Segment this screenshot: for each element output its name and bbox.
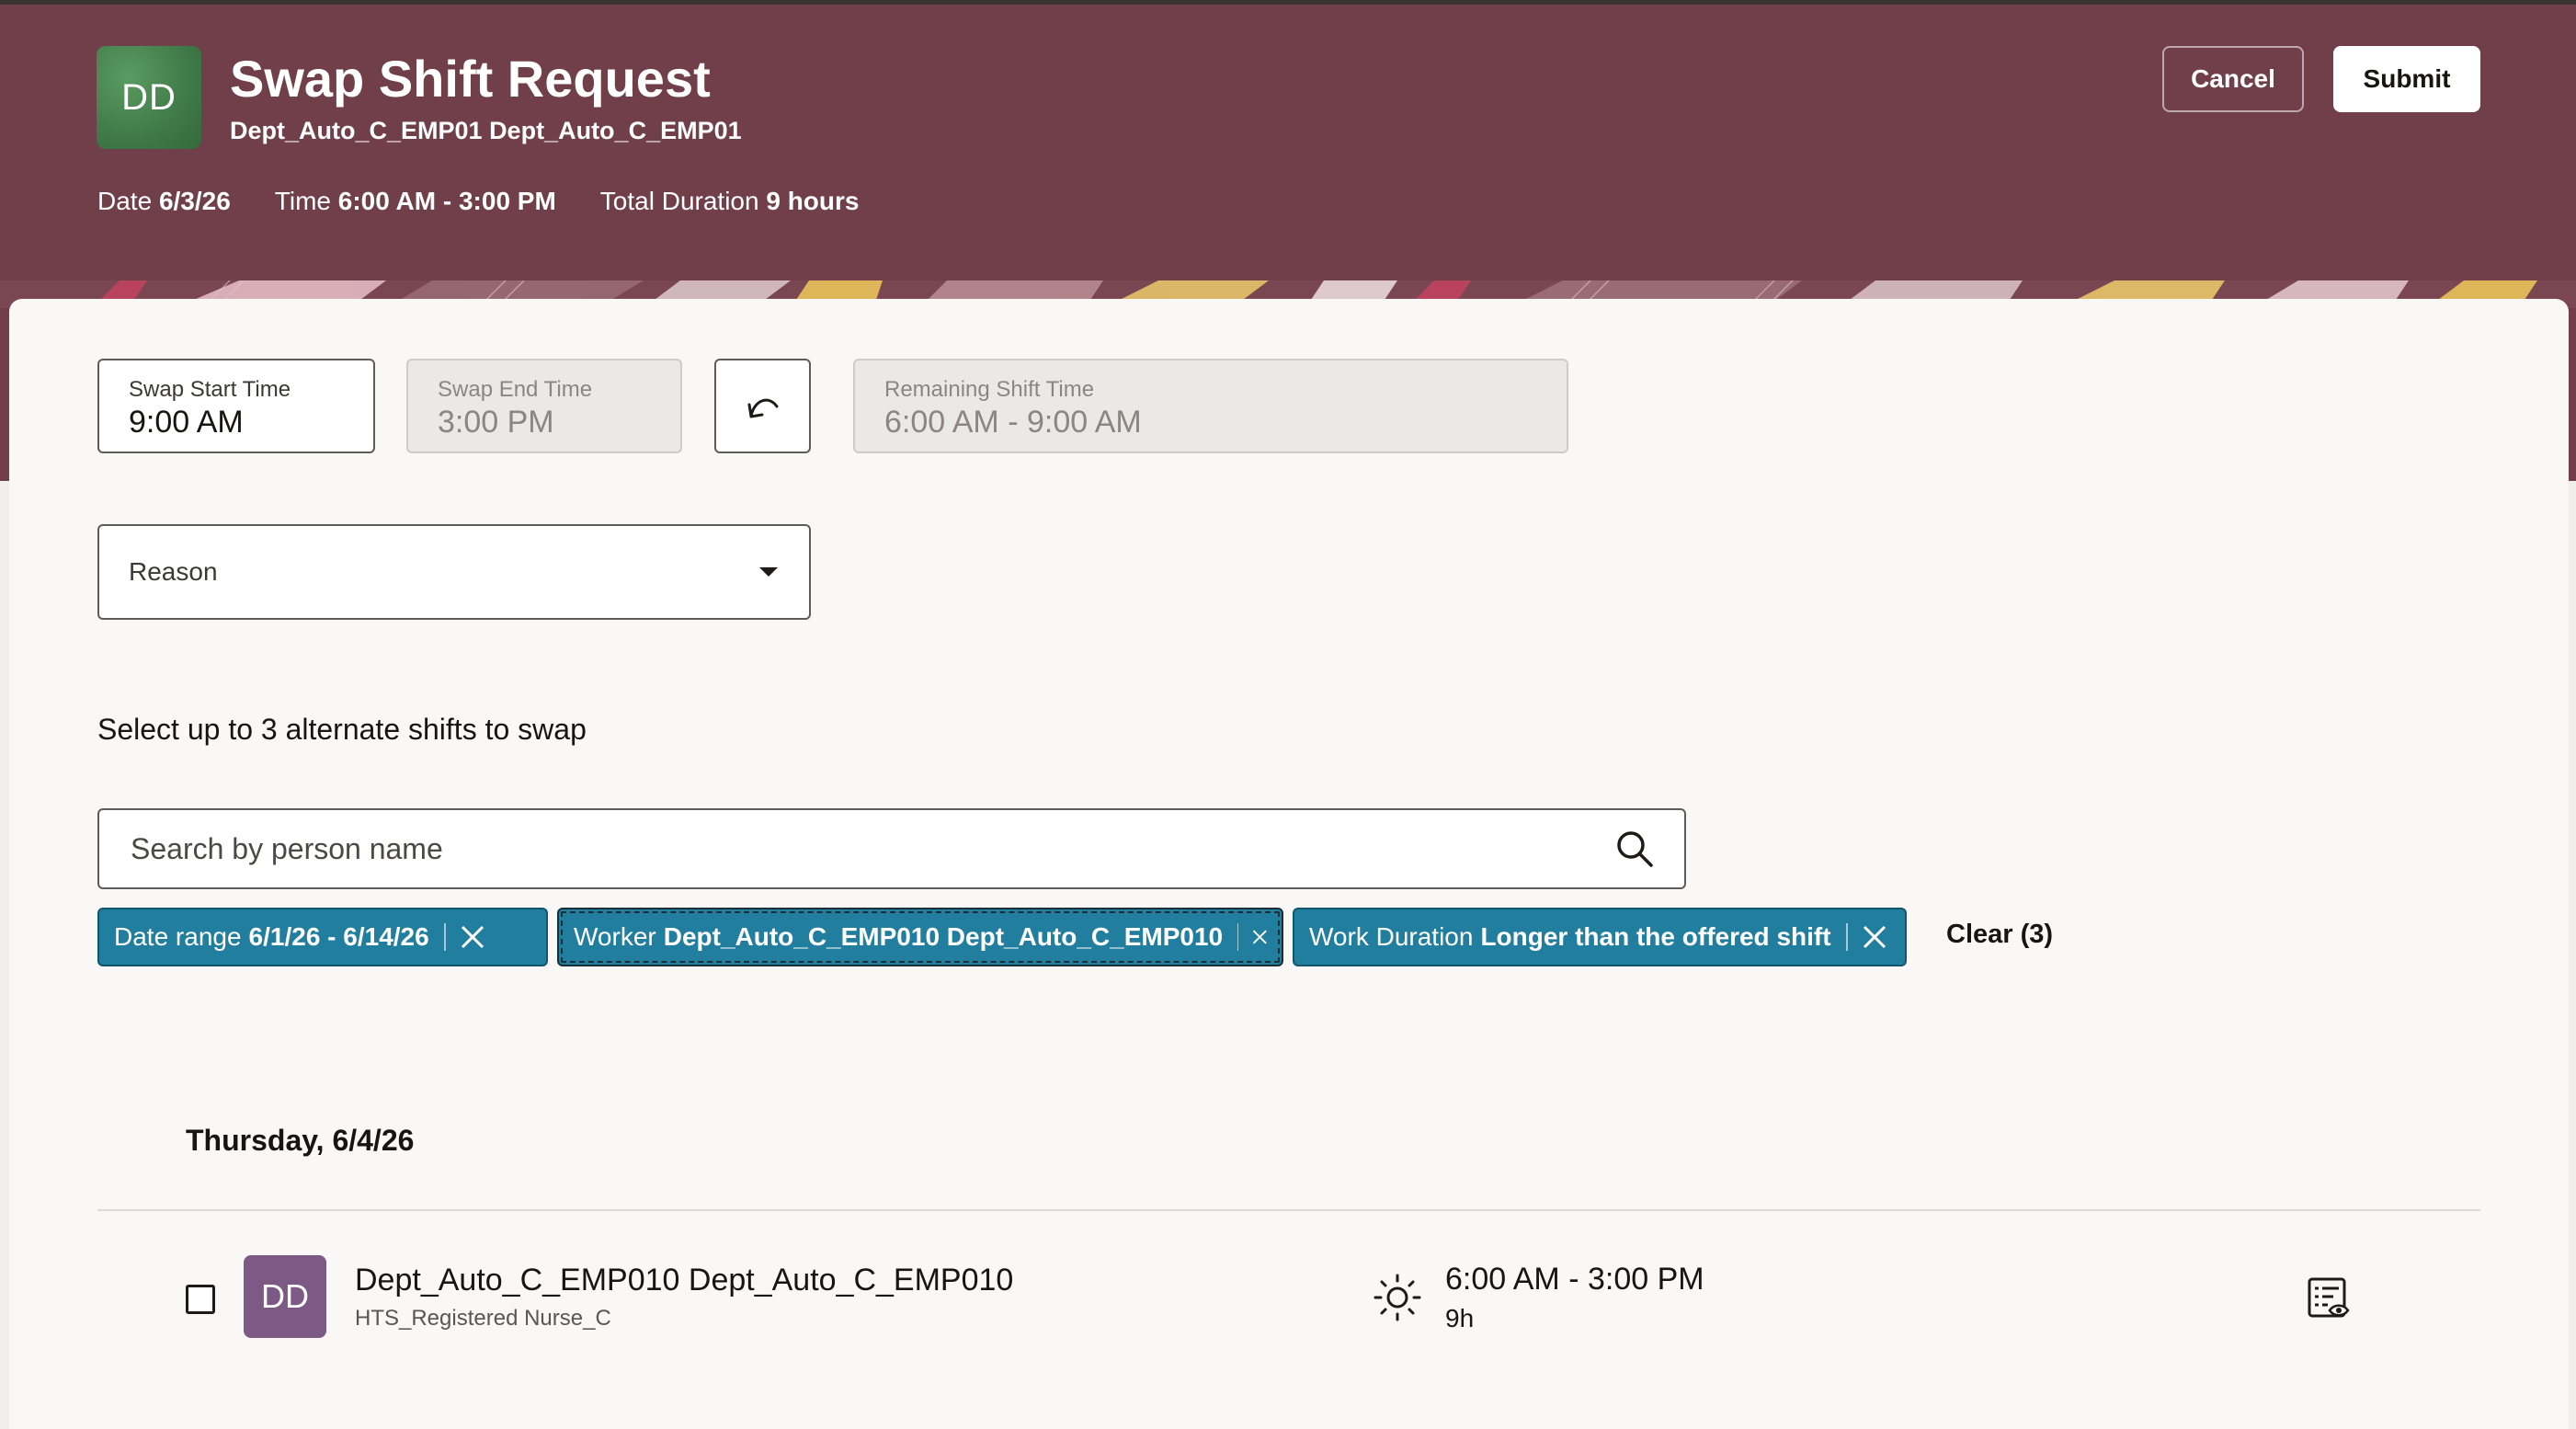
sun-icon bbox=[1373, 1274, 1421, 1321]
requester-name: Dept_Auto_C_EMP01 Dept_Auto_C_EMP01 bbox=[230, 117, 742, 144]
clear-filters-link[interactable]: Clear (3) bbox=[1946, 920, 2053, 950]
close-icon[interactable] bbox=[459, 923, 486, 951]
filter-chip-label: Worker bbox=[574, 922, 656, 951]
filter-chip-worker[interactable]: Worker Dept_Auto_C_EMP010 Dept_Auto_C_EM… bbox=[557, 908, 1283, 966]
search-icon[interactable] bbox=[1614, 829, 1655, 869]
close-icon[interactable] bbox=[1251, 923, 1269, 951]
chevron-down-icon bbox=[759, 567, 778, 577]
shift-total-duration: Total Duration 9 hours bbox=[599, 187, 860, 215]
search-input[interactable] bbox=[129, 830, 1511, 867]
shift-time: Time 6:00 AM - 3:00 PM bbox=[274, 187, 556, 215]
cancel-button[interactable]: Cancel bbox=[2162, 46, 2304, 112]
reason-placeholder: Reason bbox=[129, 557, 218, 586]
shift-date: Date 6/3/26 bbox=[97, 187, 231, 215]
undo-arrow-icon bbox=[747, 398, 778, 417]
remaining-shift-time-field: Remaining Shift Time 6:00 AM - 9:00 AM bbox=[853, 359, 1568, 453]
reset-times-button[interactable] bbox=[714, 359, 811, 453]
remaining-shift-time-label: Remaining Shift Time bbox=[884, 377, 1095, 402]
filter-chip-value: Longer than the offered shift bbox=[1480, 922, 1831, 951]
swap-end-time-field: Swap End Time 3:00 PM bbox=[406, 359, 682, 453]
filter-chip-label: Date range bbox=[114, 922, 242, 951]
shift-select-checkbox[interactable] bbox=[186, 1285, 215, 1314]
alternate-shift-duration: 9h bbox=[1445, 1304, 1475, 1332]
person-search-box[interactable] bbox=[97, 808, 1686, 889]
avatar: DD bbox=[244, 1255, 326, 1338]
swap-end-time-label: Swap End Time bbox=[438, 377, 593, 402]
alternate-shift-time: 6:00 AM - 3:00 PM bbox=[1445, 1262, 1704, 1297]
swap-start-time-label: Swap Start Time bbox=[129, 377, 291, 402]
submit-button[interactable]: Submit bbox=[2333, 46, 2480, 112]
worker-role: HTS_Registered Nurse_C bbox=[355, 1306, 611, 1331]
reason-select[interactable]: Reason bbox=[97, 524, 811, 620]
shift-details-icon[interactable] bbox=[2304, 1274, 2354, 1323]
filter-chip-date-range[interactable]: Date range 6/1/26 - 6/14/26 bbox=[97, 908, 548, 966]
remaining-shift-time-value: 6:00 AM - 9:00 AM bbox=[884, 405, 1142, 440]
shift-summary: Date 6/3/26 Time 6:00 AM - 3:00 PM Total… bbox=[97, 187, 859, 216]
chip-separator bbox=[1237, 923, 1239, 951]
filter-chip-value: 6/1/26 - 6/14/26 bbox=[248, 922, 429, 951]
day-heading: Thursday, 6/4/26 bbox=[186, 1124, 415, 1157]
divider bbox=[97, 1209, 2480, 1211]
swap-form-panel: Swap Start Time 9:00 AM Swap End Time 3:… bbox=[9, 299, 2569, 1429]
swap-start-time-field[interactable]: Swap Start Time 9:00 AM bbox=[97, 359, 375, 453]
chip-separator bbox=[1845, 923, 1848, 951]
filter-chip-label: Work Duration bbox=[1309, 922, 1474, 951]
swap-start-time-value[interactable]: 9:00 AM bbox=[129, 403, 344, 441]
worker-name: Dept_Auto_C_EMP010 Dept_Auto_C_EMP010 bbox=[355, 1263, 1014, 1298]
filter-chip-work-duration[interactable]: Work Duration Longer than the offered sh… bbox=[1293, 908, 1907, 966]
swap-end-time-value: 3:00 PM bbox=[438, 405, 554, 440]
alternate-shifts-instruction: Select up to 3 alternate shifts to swap bbox=[97, 713, 587, 746]
requester-avatar: DD bbox=[97, 46, 201, 149]
filter-chip-value: Dept_Auto_C_EMP010 Dept_Auto_C_EMP010 bbox=[663, 922, 1224, 951]
page-title: Swap Shift Request bbox=[230, 50, 711, 108]
close-icon[interactable] bbox=[1861, 923, 1888, 951]
chip-separator bbox=[443, 923, 446, 951]
